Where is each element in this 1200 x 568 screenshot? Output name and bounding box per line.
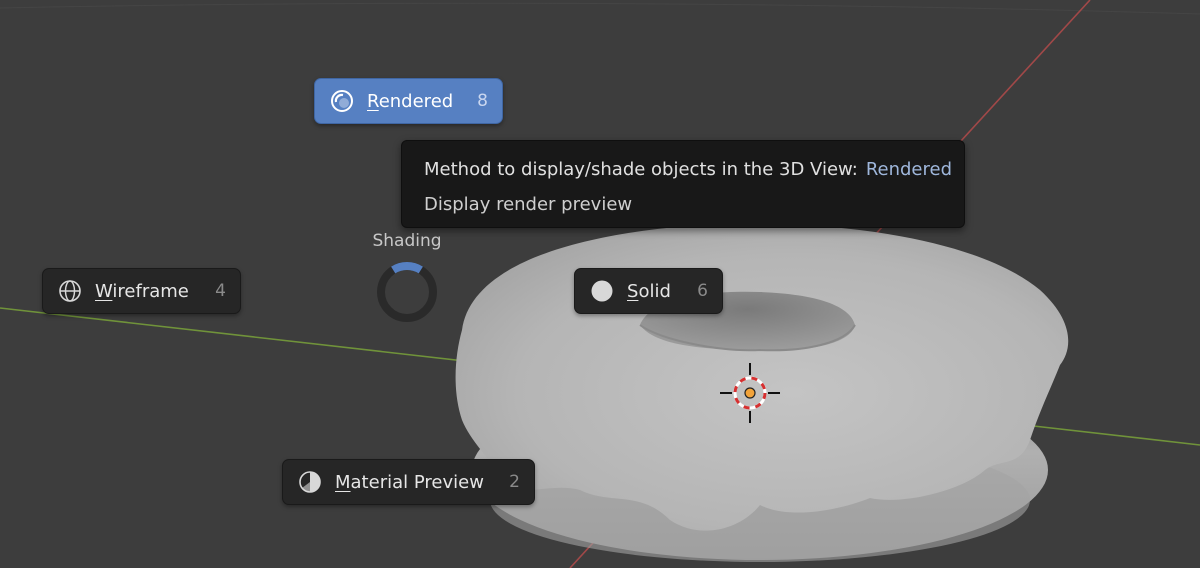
tooltip-description: Method to display/shade objects in the 3… [424, 159, 858, 180]
solid-label: Solid [627, 280, 671, 302]
material-preview-icon [297, 469, 323, 495]
tooltip-value: Rendered [865, 159, 953, 180]
wireframe-label: Wireframe [95, 280, 189, 302]
pie-menu-title: Shading [372, 231, 442, 251]
rendered-shading-icon [329, 88, 355, 114]
wireframe-hotkey: 4 [215, 281, 226, 301]
wireframe-globe-icon [57, 278, 83, 304]
shading-tooltip: Method to display/shade objects in the 3… [401, 140, 965, 228]
material-preview-label: Material Preview [335, 471, 484, 493]
rendered-hotkey: 8 [477, 91, 488, 111]
material-preview-shading-button[interactable]: Material Preview 2 [282, 459, 535, 505]
solid-hotkey: 6 [697, 281, 708, 301]
rendered-shading-button[interactable]: Rendered 8 [314, 78, 503, 124]
tooltip-detail: Display render preview [424, 194, 633, 215]
3d-viewport[interactable]: Shading Rendered 8 Wireframe 4 Solid 6 M… [0, 0, 1200, 568]
pie-direction-ring [377, 262, 437, 322]
solid-shading-button[interactable]: Solid 6 [574, 268, 723, 314]
material-preview-hotkey: 2 [509, 472, 520, 492]
rendered-label: Rendered [367, 90, 454, 112]
solid-circle-icon [589, 278, 615, 304]
wireframe-shading-button[interactable]: Wireframe 4 [42, 268, 241, 314]
